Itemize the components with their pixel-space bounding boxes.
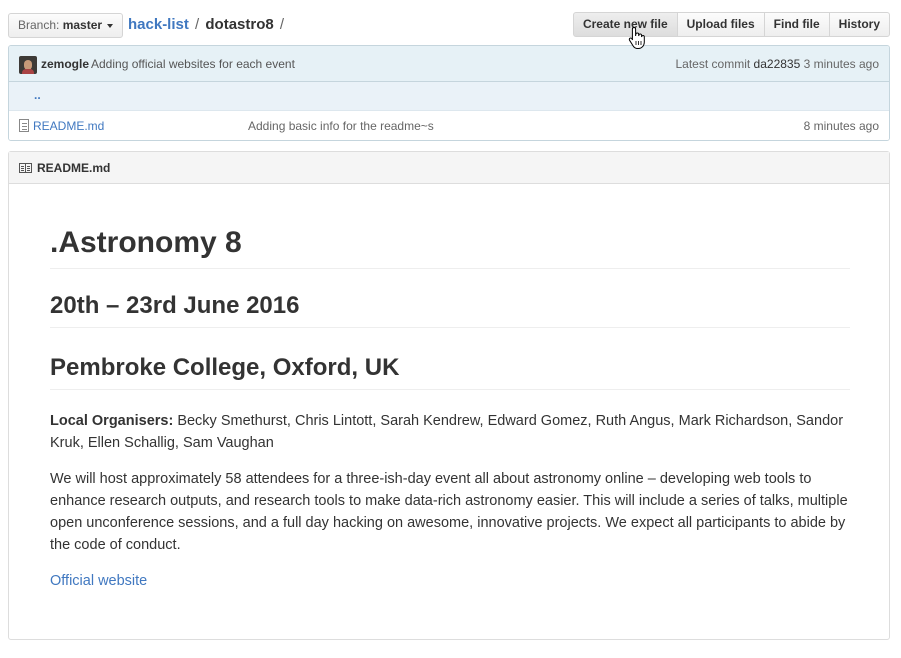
repo-toolbar: Branch: master hack-list / dotastro8 / C… xyxy=(8,12,890,38)
official-website-link[interactable]: Official website xyxy=(50,573,147,589)
commit-age: 3 minutes ago xyxy=(803,57,879,71)
table-row: README.md Adding basic info for the read… xyxy=(9,111,889,140)
book-icon xyxy=(19,163,32,173)
branch-value: master xyxy=(62,18,103,32)
readme-header: README.md xyxy=(9,152,889,184)
avatar[interactable] xyxy=(19,56,37,74)
file-icon xyxy=(19,119,29,132)
find-file-button[interactable]: Find file xyxy=(763,12,830,37)
readme-heading-date: 20th – 23rd June 2016 xyxy=(50,291,850,328)
latest-commit-info: Latest commit da22835 3 minutes ago xyxy=(676,57,880,71)
description-paragraph: We will host approximately 58 attendees … xyxy=(50,471,848,553)
breadcrumb-current-directory: dotastro8 xyxy=(205,16,274,33)
organisers-paragraph: Local Organisers: Becky Smethurst, Chris… xyxy=(50,410,850,454)
breadcrumb-separator: / xyxy=(195,16,200,33)
organisers-label: Local Organisers: xyxy=(50,413,174,429)
parent-directory-row: .. xyxy=(9,82,889,111)
chevron-down-icon xyxy=(107,23,114,28)
commit-sha-link[interactable]: da22835 xyxy=(754,57,801,71)
readme-filename: README.md xyxy=(37,161,111,175)
readme-panel: README.md .Astronomy 8 20th – 23rd June … xyxy=(8,151,890,640)
breadcrumb-trailing-separator: / xyxy=(279,16,285,33)
commit-author-link[interactable]: zemogle xyxy=(41,57,89,71)
latest-commit-bar: zemogle Adding official websites for eac… xyxy=(9,46,889,82)
readme-heading-title: .Astronomy 8 xyxy=(50,224,850,269)
latest-commit-label: Latest commit xyxy=(675,57,751,71)
file-listing: zemogle Adding official websites for eac… xyxy=(8,45,890,141)
file-commit-message-link[interactable]: Adding basic info for the readme~s xyxy=(248,119,434,133)
history-button[interactable]: History xyxy=(828,12,890,37)
file-actions-group: Create new file Upload files Find file H… xyxy=(572,12,890,37)
breadcrumb-repo-link[interactable]: hack-list xyxy=(128,16,189,33)
create-new-file-button[interactable]: Create new file xyxy=(572,12,678,37)
readme-content: .Astronomy 8 20th – 23rd June 2016 Pembr… xyxy=(50,184,850,592)
commit-message-link[interactable]: Adding official websites for each event xyxy=(91,57,295,71)
readme-heading-location: Pembroke College, Oxford, UK xyxy=(50,353,850,390)
breadcrumb: hack-list / dotastro8 / xyxy=(128,15,286,35)
file-age: 8 minutes ago xyxy=(803,119,879,133)
branch-label: Branch: xyxy=(18,18,60,32)
avatar-shirt xyxy=(22,69,34,74)
official-website-paragraph: Official website xyxy=(50,570,850,592)
branch-selector-button[interactable]: Branch: master xyxy=(8,13,124,38)
file-name-link[interactable]: README.md xyxy=(33,119,104,133)
parent-directory-link[interactable]: .. xyxy=(34,88,41,102)
upload-files-button[interactable]: Upload files xyxy=(676,12,765,37)
